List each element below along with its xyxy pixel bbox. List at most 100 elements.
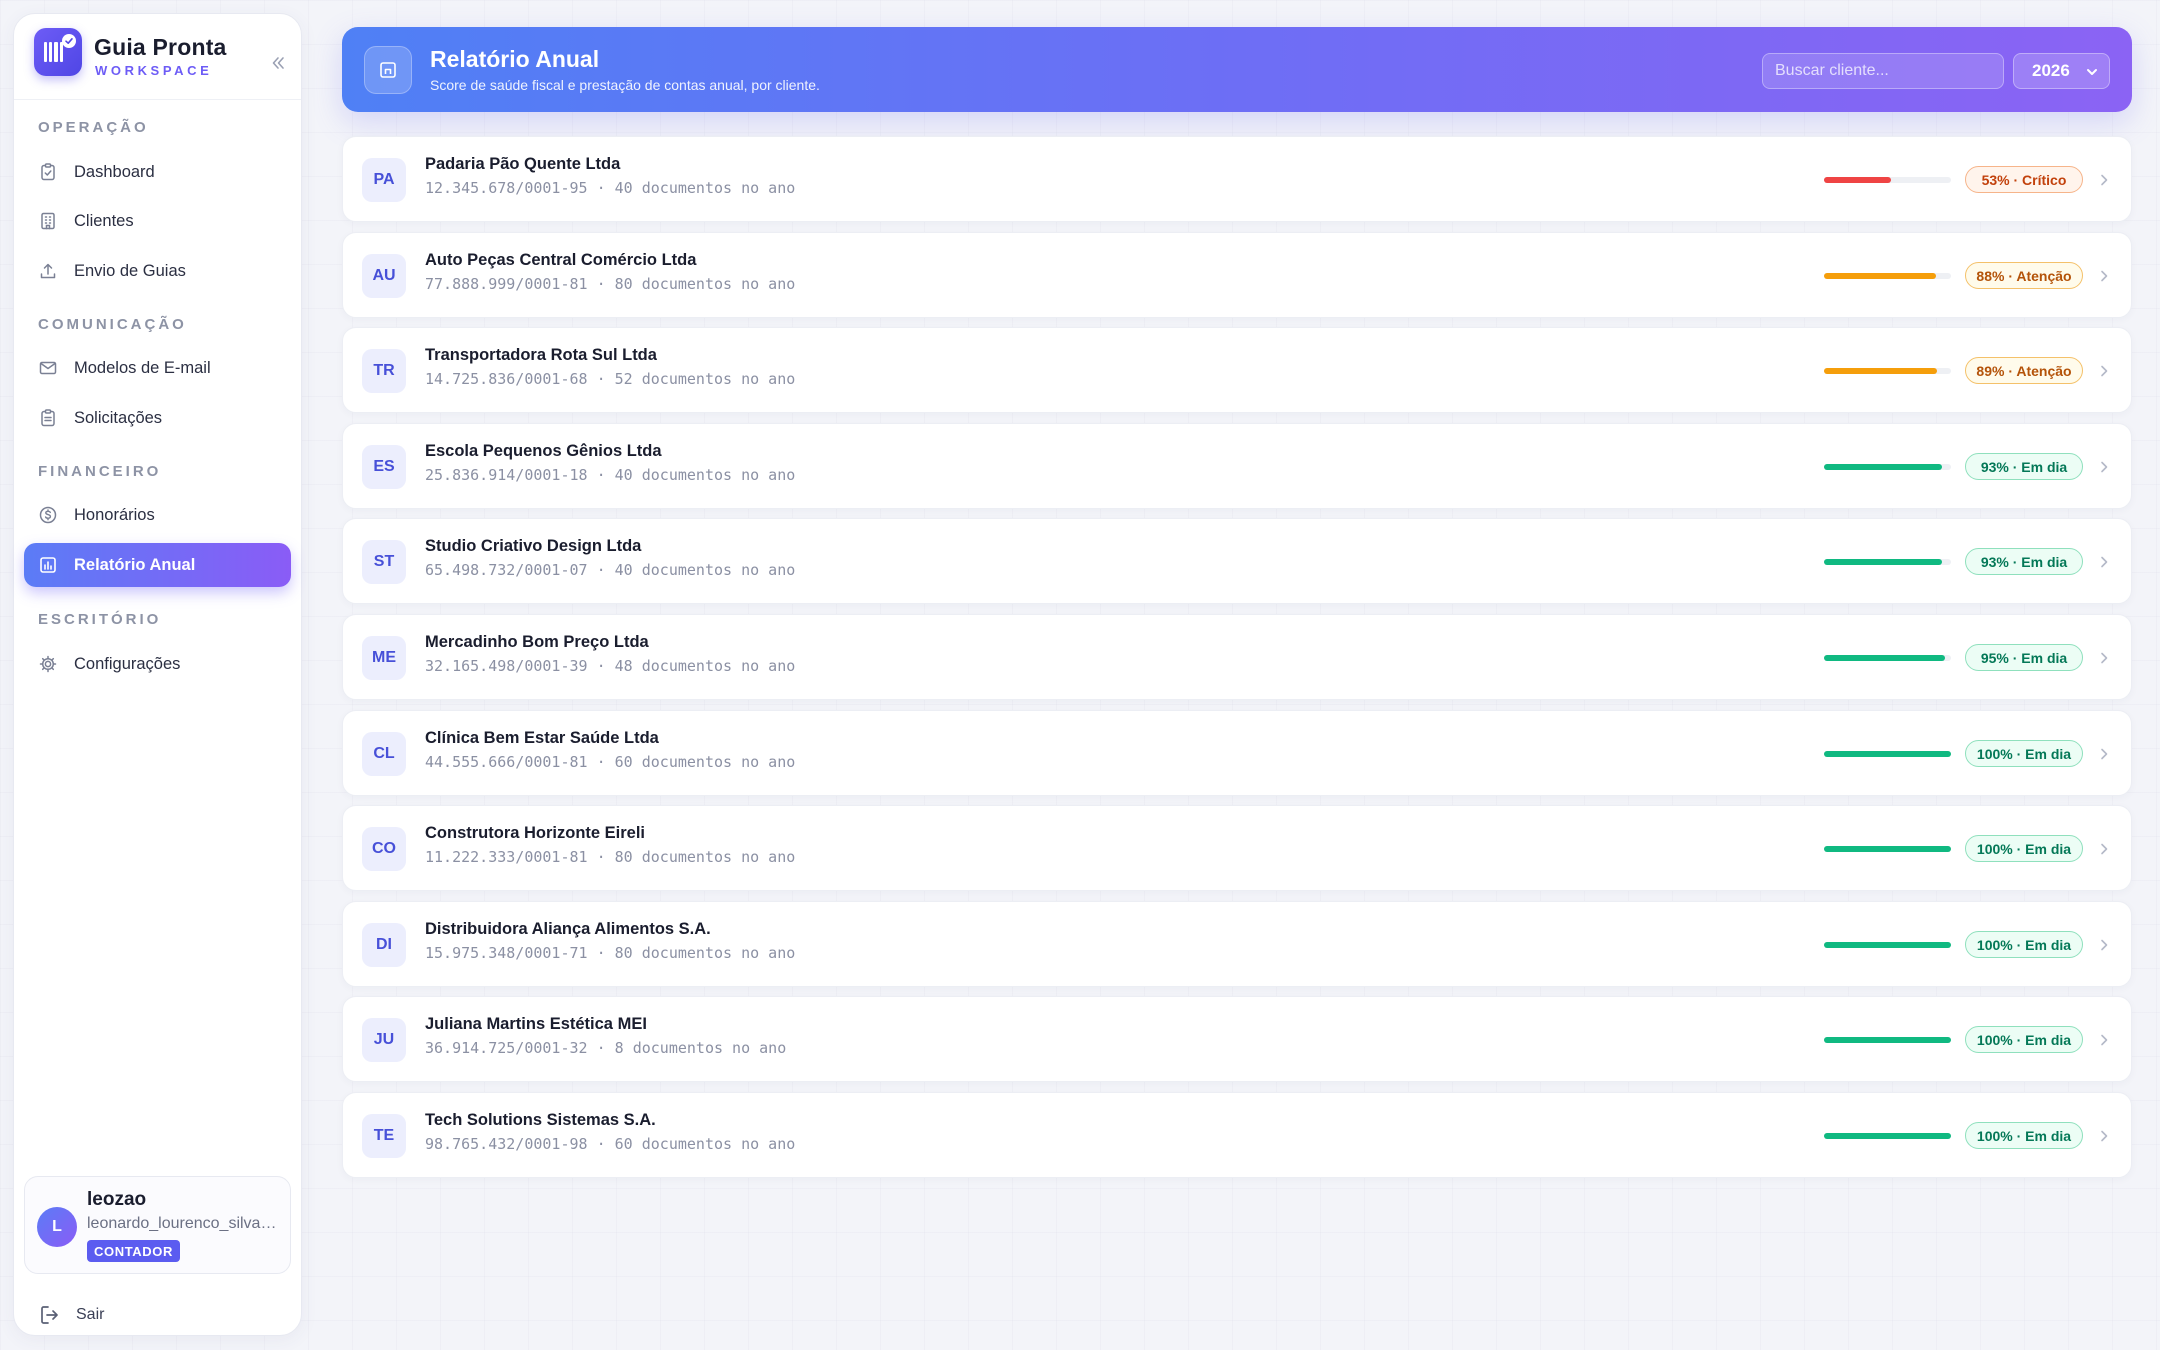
chevron-right-icon bbox=[2101, 270, 2108, 282]
client-meta: 44.555.666/0001-81 · 60 documentos no an… bbox=[425, 753, 796, 771]
sidebar-item-honorarios[interactable]: Honorários bbox=[24, 493, 291, 537]
verified-check-icon bbox=[62, 34, 76, 48]
score-progress-fill bbox=[1824, 273, 1936, 279]
client-name: Mercadinho Bom Preço Ltda bbox=[425, 633, 649, 651]
chevron-down-icon bbox=[2087, 69, 2097, 75]
status-badge: 88% · Atenção bbox=[1965, 262, 2083, 289]
sidebar-item-label: Dashboard bbox=[74, 162, 155, 181]
collapse-sidebar-button[interactable] bbox=[267, 52, 289, 74]
score-progress-fill bbox=[1824, 846, 1951, 852]
section-label-financeiro: FINANCEIRO bbox=[38, 463, 162, 480]
logout-label: Sair bbox=[76, 1306, 105, 1323]
chevron-right-icon bbox=[2101, 652, 2108, 664]
sidebar-item-label: Envio de Guias bbox=[74, 261, 186, 280]
client-row[interactable]: CO Construtora Horizonte Eireli 11.222.333… bbox=[342, 805, 2132, 891]
sidebar-item-clientes[interactable]: Clientes bbox=[24, 199, 291, 243]
upload-icon bbox=[40, 263, 56, 279]
client-meta: 11.222.333/0001-81 · 80 documentos no an… bbox=[425, 848, 796, 866]
client-meta: 14.725.836/0001-68 · 52 documentos no an… bbox=[425, 370, 796, 388]
chevron-right-icon bbox=[2101, 461, 2108, 473]
status-badge: 89% · Atenção bbox=[1965, 357, 2083, 384]
dollar-circle-icon bbox=[39, 506, 57, 524]
client-initials-avatar: ES bbox=[362, 445, 406, 489]
score-progress-bar bbox=[1824, 1037, 1951, 1043]
client-initials-avatar: AU bbox=[362, 254, 406, 298]
status-badge: 53% · Crítico bbox=[1965, 166, 2083, 193]
score-progress-fill bbox=[1824, 655, 1945, 661]
client-meta: 77.888.999/0001-81 · 80 documentos no an… bbox=[425, 275, 796, 293]
search-client-input[interactable] bbox=[1762, 53, 2004, 89]
score-progress-fill bbox=[1824, 464, 1943, 470]
client-initials-avatar: CL bbox=[362, 732, 406, 776]
logout-button[interactable]: Sair bbox=[38, 1302, 158, 1328]
client-initials-avatar: ME bbox=[362, 636, 406, 680]
client-row[interactable]: CL Clínica Bem Estar Saúde Ltda 44.555.666… bbox=[342, 710, 2132, 796]
score-progress-fill bbox=[1824, 942, 1951, 948]
client-row[interactable]: ES Escola Pequenos Gênios Ltda 25.836.914/… bbox=[342, 423, 2132, 509]
score-progress-bar bbox=[1824, 1133, 1951, 1139]
client-initials-avatar: TR bbox=[362, 349, 406, 393]
score-progress-fill bbox=[1824, 1133, 1951, 1139]
client-meta: 32.165.498/0001-39 · 48 documentos no an… bbox=[425, 657, 796, 675]
user-card[interactable]: L leozao leonardo_lourenco_silva@guiapro… bbox=[24, 1176, 291, 1274]
user-name: leozao bbox=[87, 1189, 147, 1210]
client-name: Studio Criativo Design Ltda bbox=[425, 537, 642, 555]
sidebar-item-modelos-de-email[interactable]: Modelos de E-mail bbox=[24, 346, 291, 390]
year-select[interactable]: 2026 bbox=[2013, 53, 2110, 89]
client-row[interactable]: ME Mercadinho Bom Preço Ltda 32.165.498/00… bbox=[342, 614, 2132, 700]
client-row[interactable]: PA Padaria Pão Quente Ltda 12.345.678/0001… bbox=[342, 136, 2132, 222]
status-badge: 93% · Em dia bbox=[1965, 453, 2083, 480]
client-name: Distribuidora Aliança Alimentos S.A. bbox=[425, 920, 711, 938]
client-row[interactable]: TE Tech Solutions Sistemas S.A. 98.765.432… bbox=[342, 1092, 2132, 1178]
sidebar-item-dashboard[interactable]: Dashboard bbox=[24, 150, 291, 194]
sidebar: Guia Pronta WORKSPACE OPERAÇÃO Dashboard… bbox=[13, 13, 302, 1336]
score-progress-fill bbox=[1824, 368, 1938, 374]
client-row[interactable]: DI Distribuidora Aliança Alimentos S.A. 15… bbox=[342, 901, 2132, 987]
client-initials-avatar: PA bbox=[362, 158, 406, 202]
page-header: Relatório Anual Score de saúde fiscal e … bbox=[342, 27, 2132, 112]
client-name: Tech Solutions Sistemas S.A. bbox=[425, 1111, 656, 1129]
sidebar-item-label: Configurações bbox=[74, 654, 181, 673]
client-row[interactable]: ST Studio Criativo Design Ltda 65.498.732/… bbox=[342, 518, 2132, 604]
chevrons-left-icon bbox=[272, 57, 284, 69]
status-badge: 100% · Em dia bbox=[1965, 931, 2083, 958]
status-badge: 93% · Em dia bbox=[1965, 548, 2083, 575]
sidebar-item-label: Honorários bbox=[74, 505, 155, 524]
chevron-right-icon bbox=[2101, 939, 2108, 951]
client-name: Transportadora Rota Sul Ltda bbox=[425, 346, 657, 364]
client-row[interactable]: JU Juliana Martins Estética MEI 36.914.725… bbox=[342, 996, 2132, 1082]
client-initials-avatar: CO bbox=[362, 827, 406, 871]
chevron-right-icon bbox=[2101, 556, 2108, 568]
user-role-badge: CONTADOR bbox=[87, 1240, 180, 1262]
chevron-right-icon bbox=[2101, 174, 2108, 186]
chevron-right-icon bbox=[2101, 1034, 2108, 1046]
client-row[interactable]: AU Auto Peças Central Comércio Ltda 77.888… bbox=[342, 232, 2132, 318]
brand[interactable]: Guia Pronta WORKSPACE bbox=[34, 28, 294, 84]
client-meta: 98.765.432/0001-98 · 60 documentos no an… bbox=[425, 1135, 796, 1153]
report-icon bbox=[364, 46, 412, 94]
year-select-value: 2026 bbox=[2032, 61, 2070, 80]
score-progress-fill bbox=[1824, 177, 1892, 183]
client-name: Juliana Martins Estética MEI bbox=[425, 1015, 647, 1033]
sidebar-item-label: Modelos de E-mail bbox=[74, 358, 211, 377]
mail-icon bbox=[39, 361, 57, 375]
sidebar-item-relatorio-anual[interactable]: Relatório Anual bbox=[24, 543, 291, 587]
client-meta: 15.975.348/0001-71 · 80 documentos no an… bbox=[425, 944, 796, 962]
client-meta: 65.498.732/0001-07 · 40 documentos no an… bbox=[425, 561, 796, 579]
section-label-operacao: OPERAÇÃO bbox=[38, 119, 149, 136]
client-row[interactable]: TR Transportadora Rota Sul Ltda 14.725.836… bbox=[342, 327, 2132, 413]
barcode-logo-icon bbox=[34, 28, 82, 76]
client-name: Clínica Bem Estar Saúde Ltda bbox=[425, 729, 659, 747]
logout-icon bbox=[41, 1306, 58, 1324]
brand-title: Guia Pronta bbox=[94, 34, 227, 60]
sidebar-item-solicitacoes[interactable]: Solicitações bbox=[24, 396, 291, 440]
sidebar-item-configuracoes[interactable]: Configurações bbox=[24, 642, 291, 686]
client-name: Escola Pequenos Gênios Ltda bbox=[425, 442, 662, 460]
sidebar-item-envio-de-guias[interactable]: Envio de Guias bbox=[24, 249, 291, 293]
score-progress-bar bbox=[1824, 368, 1951, 374]
score-progress-bar bbox=[1824, 846, 1951, 852]
client-meta: 25.836.914/0001-18 · 40 documentos no an… bbox=[425, 466, 796, 484]
score-progress-bar bbox=[1824, 273, 1951, 279]
page-title: Relatório Anual bbox=[430, 46, 600, 72]
sidebar-item-label: Relatório Anual bbox=[74, 555, 196, 574]
